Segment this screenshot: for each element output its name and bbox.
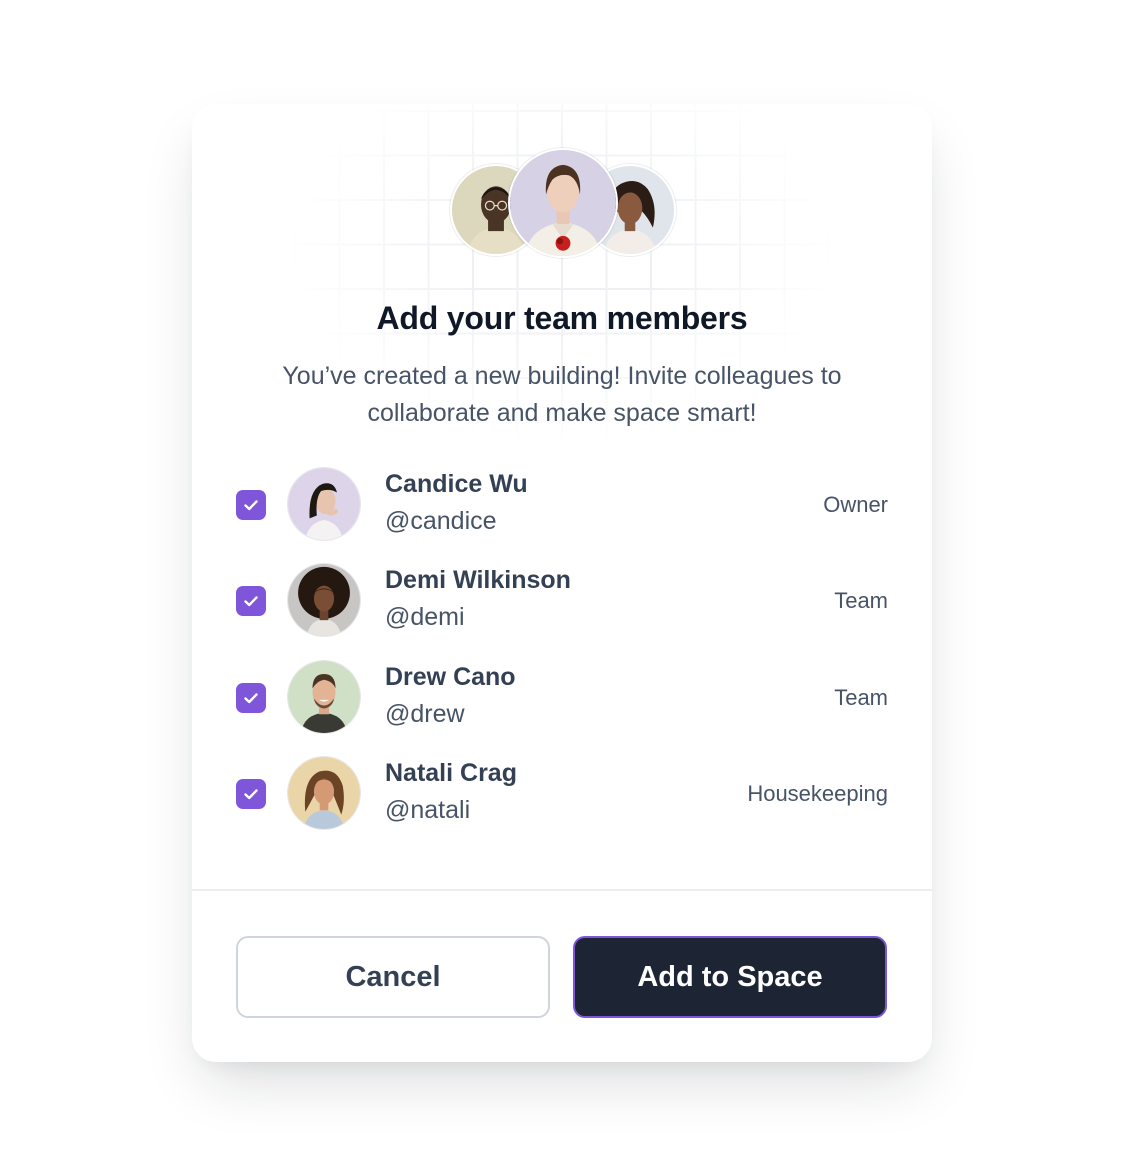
member-role: Team [834,588,888,614]
member-role: Owner [823,492,888,517]
member-name: Drew Cano [385,662,516,691]
member-checkbox-drew[interactable] [236,682,266,713]
member-handle: @drew [385,699,465,728]
member-row-drew: Drew Cano @drew Team [236,659,888,755]
check-icon [244,500,258,511]
member-avatar-candice [288,468,360,540]
member-checkbox-natali[interactable] [236,778,266,809]
cancel-button[interactable]: Cancel [236,936,550,1018]
member-row-candice: Candice Wu @candice Owner [236,466,888,562]
member-role: Housekeeping [747,780,888,806]
member-avatar-natali [288,756,360,829]
check-icon [244,789,258,800]
member-name: Demi Wilkinson [385,566,571,595]
modal-title: Add your team members [376,300,748,336]
member-checkbox-candice[interactable] [236,490,266,520]
member-handle: @candice [385,507,497,535]
member-role: Team [834,684,888,710]
add-team-members-modal: Add your team members You’ve created a n… [192,104,932,1062]
member-avatar-demi [288,564,360,637]
avatar-group-member-center [508,148,618,258]
add-to-space-button[interactable]: Add to Space [573,936,887,1018]
footer-divider [192,889,932,891]
member-name: Natali Crag [385,758,517,787]
member-name: Candice Wu [385,470,528,498]
member-avatar-drew [288,660,360,733]
member-row-natali: Natali Crag @natali Housekeeping [236,755,888,851]
member-list: Candice Wu @candice Owner Demi Wilkinson… [236,466,888,851]
member-handle: @demi [385,603,465,632]
member-handle: @natali [385,795,471,824]
modal-subtitle: You’ve created a new building! Invite co… [282,362,842,427]
avatar-group [192,104,932,264]
check-icon [244,692,258,703]
check-icon [244,596,258,607]
member-checkbox-demi[interactable] [236,586,266,617]
member-row-demi: Demi Wilkinson @demi Team [236,562,888,658]
